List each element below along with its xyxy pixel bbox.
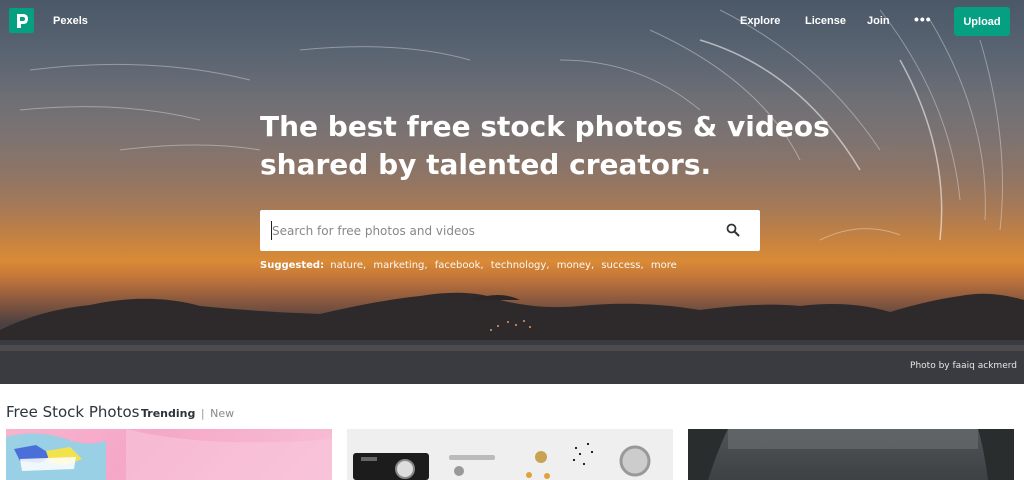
sort-tabs: Trending | New (141, 407, 234, 420)
tab-separator: | (200, 407, 205, 420)
top-navigation: Pexels Explore License Join ••• Upload (0, 0, 1024, 44)
suggested-tag-money[interactable]: money, (557, 260, 594, 271)
photo-credit[interactable]: Photo by faaiq ackmerd (910, 361, 1017, 371)
hero-banner: Pexels Explore License Join ••• Upload T… (0, 0, 1024, 384)
suggested-tag-facebook[interactable]: facebook, (435, 260, 484, 271)
nav-link-license[interactable]: License (805, 15, 846, 27)
nav-link-join[interactable]: Join (867, 15, 890, 27)
hero-headline: The best free stock photos & videos shar… (260, 108, 830, 184)
upload-button[interactable]: Upload (954, 7, 1010, 36)
photo-thumbnail[interactable] (6, 429, 332, 480)
text-caret (271, 221, 272, 240)
brand-name[interactable]: Pexels (53, 15, 88, 27)
headline-line-2: shared by talented creators. (260, 148, 712, 181)
section-title: Free Stock Photos (6, 403, 140, 421)
suggested-tag-success[interactable]: success, (601, 260, 643, 271)
pexels-logo-icon[interactable] (9, 8, 34, 33)
photo-thumbnail[interactable] (347, 429, 673, 480)
suggested-searches: Suggested: nature, marketing, facebook, … (260, 260, 681, 271)
suggested-label: Suggested: (260, 260, 325, 271)
more-dots-icon[interactable]: ••• (914, 11, 932, 27)
photo-thumbnail[interactable] (688, 429, 1014, 480)
suggested-tag-technology[interactable]: technology, (491, 260, 550, 271)
nav-link-explore[interactable]: Explore (740, 15, 780, 27)
search-bar[interactable] (260, 210, 760, 251)
tab-trending[interactable]: Trending (141, 407, 195, 420)
search-icon[interactable] (726, 223, 740, 237)
suggested-tag-more[interactable]: more (651, 260, 677, 271)
suggested-tag-marketing[interactable]: marketing, (373, 260, 427, 271)
headline-line-1: The best free stock photos & videos (260, 110, 830, 143)
hero-background-image (0, 9, 1024, 384)
suggested-tag-nature[interactable]: nature, (330, 260, 366, 271)
search-input[interactable] (272, 220, 712, 241)
tab-new[interactable]: New (210, 407, 234, 420)
